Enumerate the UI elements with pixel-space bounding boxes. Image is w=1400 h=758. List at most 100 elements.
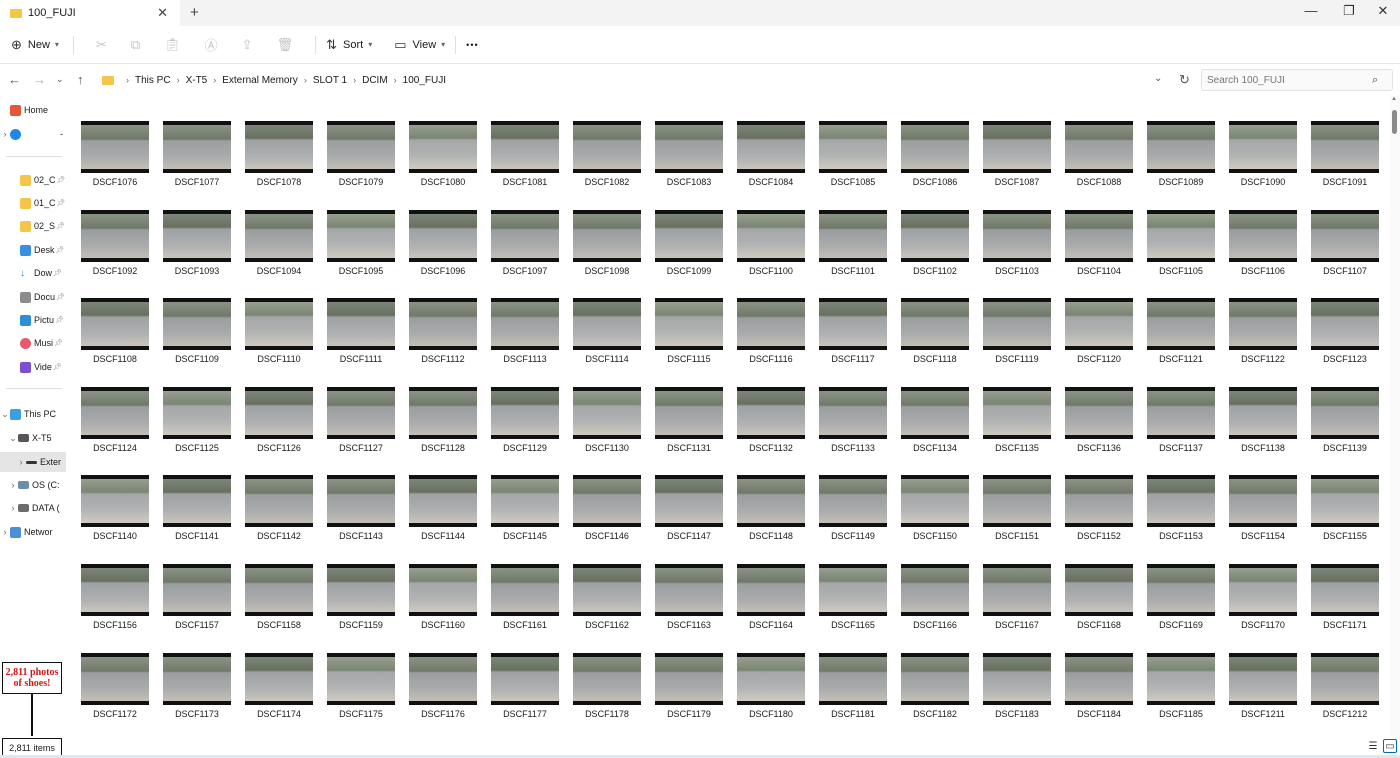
- sidebar-item-downloads[interactable]: ↓ Dow 📌︎: [0, 263, 66, 283]
- file-tile[interactable]: DSCF1140: [80, 472, 150, 548]
- back-arrow-icon[interactable]: ←: [8, 72, 21, 87]
- file-tile[interactable]: DSCF1130: [572, 384, 642, 460]
- sidebar-item-os-c[interactable]: › OS (C:: [0, 475, 66, 495]
- file-tile[interactable]: DSCF1143: [326, 472, 396, 548]
- file-tile[interactable]: DSCF1174: [244, 650, 314, 726]
- file-tile[interactable]: DSCF1141: [162, 472, 232, 548]
- file-tile[interactable]: DSCF1172: [80, 650, 150, 726]
- file-tile[interactable]: DSCF1178: [572, 650, 642, 726]
- file-tile[interactable]: DSCF1176: [408, 650, 478, 726]
- file-tile[interactable]: DSCF1096: [408, 207, 478, 283]
- file-tile[interactable]: DSCF1126: [244, 384, 314, 460]
- file-tile[interactable]: DSCF1121: [1146, 295, 1216, 371]
- file-tile[interactable]: DSCF1181: [818, 650, 888, 726]
- new-tab-button[interactable]: +: [190, 4, 199, 21]
- file-tile[interactable]: DSCF1167: [982, 561, 1052, 637]
- sidebar-item-data[interactable]: › DATA (: [0, 498, 66, 518]
- file-tile[interactable]: DSCF1129: [490, 384, 560, 460]
- scroll-thumb[interactable]: [1392, 110, 1397, 134]
- file-tile[interactable]: DSCF1144: [408, 472, 478, 548]
- file-tile[interactable]: DSCF1175: [326, 650, 396, 726]
- sidebar-item-x-t5[interactable]: ⌄ X-T5: [0, 428, 66, 448]
- file-tile[interactable]: DSCF1128: [408, 384, 478, 460]
- file-tile[interactable]: DSCF1122: [1228, 295, 1298, 371]
- file-tile[interactable]: DSCF1109: [162, 295, 232, 371]
- search-box[interactable]: ⌕: [1201, 69, 1393, 91]
- file-tile[interactable]: DSCF1150: [900, 472, 970, 548]
- file-tile[interactable]: DSCF1093: [162, 207, 232, 283]
- file-tile[interactable]: DSCF1166: [900, 561, 970, 637]
- file-tile[interactable]: DSCF1087: [982, 118, 1052, 194]
- paste-icon[interactable]: 📋︎: [164, 37, 181, 53]
- file-tile[interactable]: DSCF1111: [326, 295, 396, 371]
- sidebar-item-music[interactable]: Musi 📌︎: [0, 333, 66, 353]
- file-tile[interactable]: DSCF1116: [736, 295, 806, 371]
- file-tile[interactable]: DSCF1146: [572, 472, 642, 548]
- breadcrumb-external-memory[interactable]: External Memory: [222, 75, 298, 86]
- file-tile[interactable]: DSCF1171: [1310, 561, 1380, 637]
- file-tile[interactable]: DSCF1097: [490, 207, 560, 283]
- sidebar-item-videos[interactable]: Vide 📌︎: [0, 357, 66, 377]
- restore-button[interactable]: ❐: [1332, 3, 1366, 19]
- forward-arrow-icon[interactable]: →: [33, 72, 46, 87]
- file-tile[interactable]: DSCF1158: [244, 561, 314, 637]
- file-tile[interactable]: DSCF1147: [654, 472, 724, 548]
- file-tile[interactable]: DSCF1145: [490, 472, 560, 548]
- file-tile[interactable]: DSCF1105: [1146, 207, 1216, 283]
- file-tile[interactable]: DSCF1078: [244, 118, 314, 194]
- up-arrow-icon[interactable]: ↑: [77, 72, 84, 87]
- file-tile[interactable]: DSCF1162: [572, 561, 642, 637]
- file-tile[interactable]: DSCF1170: [1228, 561, 1298, 637]
- more-options-button[interactable]: •••: [466, 40, 478, 50]
- file-tile[interactable]: DSCF1151: [982, 472, 1052, 548]
- file-tile[interactable]: DSCF1123: [1310, 295, 1380, 371]
- file-tile[interactable]: DSCF1098: [572, 207, 642, 283]
- chevron-right-icon[interactable]: ›: [8, 480, 18, 490]
- file-tile[interactable]: DSCF1120: [1064, 295, 1134, 371]
- file-tile[interactable]: DSCF1153: [1146, 472, 1216, 548]
- file-tile[interactable]: DSCF1095: [326, 207, 396, 283]
- file-tile[interactable]: DSCF1113: [490, 295, 560, 371]
- file-tile[interactable]: DSCF1163: [654, 561, 724, 637]
- breadcrumb-this-pc[interactable]: This PC: [135, 75, 171, 86]
- file-tile[interactable]: DSCF1125: [162, 384, 232, 460]
- file-tile[interactable]: DSCF1149: [818, 472, 888, 548]
- file-tile[interactable]: DSCF1092: [80, 207, 150, 283]
- sidebar-item-external-memory[interactable]: › Exter: [0, 452, 66, 472]
- sidebar-item-onedrive[interactable]: › -: [0, 124, 66, 144]
- thumbnail-view-icon[interactable]: ▭: [1383, 739, 1397, 753]
- file-tile[interactable]: DSCF1124: [80, 384, 150, 460]
- file-tile[interactable]: DSCF1076: [80, 118, 150, 194]
- file-tile[interactable]: DSCF1088: [1064, 118, 1134, 194]
- file-tile[interactable]: DSCF1118: [900, 295, 970, 371]
- file-tile[interactable]: DSCF1132: [736, 384, 806, 460]
- file-tile[interactable]: DSCF1156: [80, 561, 150, 637]
- file-tile[interactable]: DSCF1079: [326, 118, 396, 194]
- file-tile[interactable]: DSCF1212: [1310, 650, 1380, 726]
- file-tile[interactable]: DSCF1102: [900, 207, 970, 283]
- file-tile[interactable]: DSCF1114: [572, 295, 642, 371]
- file-tile[interactable]: DSCF1173: [162, 650, 232, 726]
- file-tile[interactable]: DSCF1179: [654, 650, 724, 726]
- chevron-right-icon[interactable]: ›: [16, 457, 26, 467]
- file-tile[interactable]: DSCF1099: [654, 207, 724, 283]
- sidebar-item-home[interactable]: Home: [0, 100, 66, 120]
- file-tile[interactable]: DSCF1131: [654, 384, 724, 460]
- file-tile[interactable]: DSCF1117: [818, 295, 888, 371]
- file-tile[interactable]: DSCF1127: [326, 384, 396, 460]
- file-tile[interactable]: DSCF1160: [408, 561, 478, 637]
- copy-icon[interactable]: ⧉: [131, 37, 140, 53]
- file-tile[interactable]: DSCF1168: [1064, 561, 1134, 637]
- file-tile[interactable]: DSCF1180: [736, 650, 806, 726]
- file-tile[interactable]: DSCF1133: [818, 384, 888, 460]
- sidebar-item-network[interactable]: › Networ: [0, 522, 66, 542]
- file-tile[interactable]: DSCF1155: [1310, 472, 1380, 548]
- file-tile[interactable]: DSCF1081: [490, 118, 560, 194]
- chevron-right-icon[interactable]: ›: [0, 527, 10, 537]
- file-tile[interactable]: DSCF1211: [1228, 650, 1298, 726]
- tab-100-fuji[interactable]: 100_FUJI ✕: [0, 0, 180, 26]
- breadcrumb-slot-1[interactable]: SLOT 1: [313, 75, 347, 86]
- chevron-right-icon[interactable]: ›: [0, 129, 10, 139]
- file-tile[interactable]: DSCF1152: [1064, 472, 1134, 548]
- chevron-right-icon[interactable]: ›: [8, 503, 18, 513]
